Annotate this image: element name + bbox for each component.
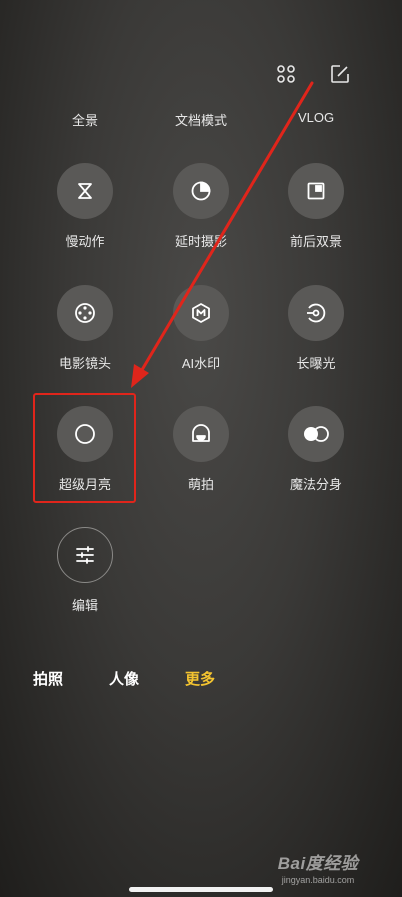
edit-icon[interactable]	[328, 62, 352, 86]
mode-panorama[interactable]: 全景	[30, 110, 140, 129]
mode-slow-motion[interactable]: 慢动作	[30, 163, 140, 250]
tab-more[interactable]: 更多	[185, 668, 215, 689]
top-toolbar	[274, 62, 352, 86]
mode-timelapse[interactable]: 延时摄影	[146, 163, 256, 250]
highlight-box	[33, 393, 136, 503]
mode-dual-view[interactable]: 前后双景	[261, 163, 371, 250]
mode-label: 慢动作	[65, 234, 105, 249]
watermark-icon	[173, 285, 229, 341]
mode-movie[interactable]: 电影镜头	[30, 285, 140, 372]
film-reel-icon	[57, 285, 113, 341]
mode-label: AI水印	[181, 356, 221, 371]
sliders-icon	[57, 527, 113, 583]
mode-edit[interactable]: 编辑	[30, 527, 140, 614]
mode-label: 延时摄影	[174, 234, 227, 249]
watermark-logo: Bai度经验	[277, 854, 359, 873]
mode-label: 长曝光	[296, 356, 336, 371]
mode-label: 前后双景	[289, 234, 342, 249]
mode-magic-clone[interactable]: 魔法分身	[261, 406, 371, 493]
long-exposure-icon	[288, 285, 344, 341]
mode-label: 魔法分身	[289, 477, 342, 492]
mode-label: 萌拍	[187, 477, 214, 492]
watermark-url: jingyan.baidu.com	[281, 875, 355, 885]
tab-portrait[interactable]: 人像	[109, 668, 139, 689]
grid-icon[interactable]	[274, 62, 298, 86]
mode-label: 编辑	[71, 598, 98, 613]
cute-face-icon	[173, 406, 229, 462]
hourglass-icon	[57, 163, 113, 219]
clone-icon	[288, 406, 344, 462]
mode-ai-watermark[interactable]: AI水印	[146, 285, 256, 372]
mode-long-exposure[interactable]: 长曝光	[261, 285, 371, 372]
watermark: Bai度经验 jingyan.baidu.com	[262, 849, 374, 885]
tab-photo[interactable]: 拍照	[33, 668, 63, 689]
mode-vlog[interactable]: VLOG	[261, 110, 371, 125]
home-indicator[interactable]	[129, 887, 273, 892]
mode-document[interactable]: 文档模式	[146, 110, 256, 129]
mode-cute-shot[interactable]: 萌拍	[146, 406, 256, 493]
dual-view-icon	[288, 163, 344, 219]
mode-label: 电影镜头	[58, 356, 111, 371]
timer-icon	[173, 163, 229, 219]
